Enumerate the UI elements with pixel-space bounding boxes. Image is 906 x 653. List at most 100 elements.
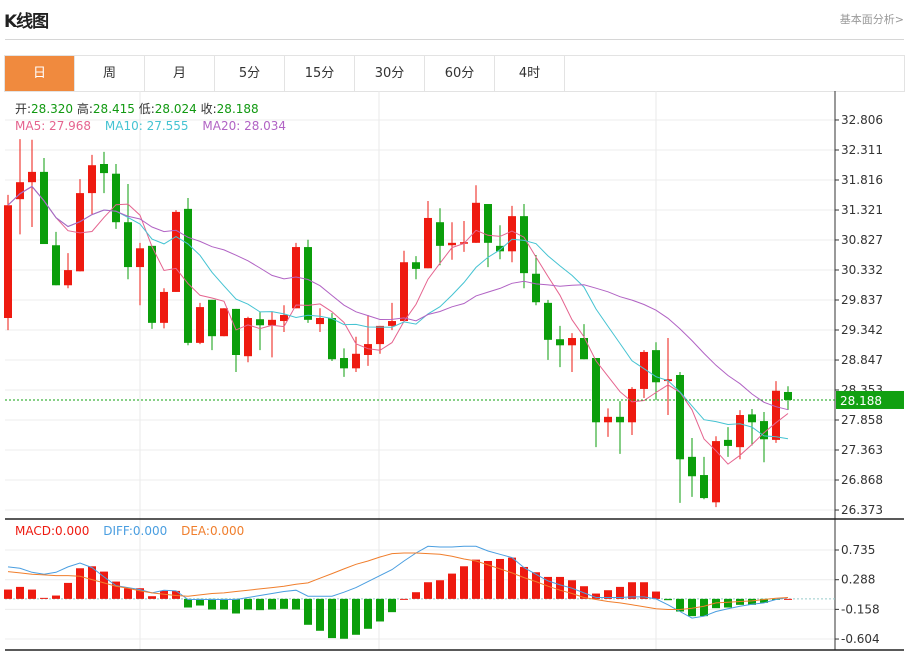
candle-body: [484, 204, 492, 243]
candle: [640, 350, 648, 399]
macd-bar: [16, 586, 24, 599]
macd-bar: [292, 598, 300, 610]
candle-body: [544, 302, 552, 340]
macd-bar: [184, 598, 192, 608]
macd-bar: [448, 573, 456, 599]
candle-body: [688, 456, 696, 477]
price-tick-label: 26.373: [841, 503, 883, 517]
macd-bar: [640, 582, 648, 599]
macd-bar: [424, 582, 432, 599]
ma20-line: [7, 185, 789, 411]
price-tick-label: 30.827: [841, 233, 883, 247]
candle-body: [256, 319, 264, 326]
macd-bar: [556, 576, 564, 599]
macd-bar: [100, 571, 108, 599]
candle: [244, 316, 252, 363]
candle: [400, 250, 408, 322]
high-label: 高:: [76, 102, 93, 116]
candle-body: [412, 262, 420, 269]
candle: [592, 358, 600, 448]
ohlc-legend: 开:28.320 高:28.415 低:28.024 收:28.188: [15, 100, 259, 117]
macd-bar: [388, 598, 396, 613]
candle: [16, 139, 24, 235]
candle-body: [268, 319, 276, 326]
candle-body: [748, 414, 756, 423]
macd-bar: [652, 591, 660, 599]
open-value: 28.320: [31, 102, 74, 116]
candle: [220, 308, 228, 337]
candle: [700, 456, 708, 500]
candle-body: [208, 299, 216, 337]
macd-bar: [460, 566, 468, 599]
candle: [520, 204, 528, 289]
candle-body: [592, 358, 600, 423]
macd-bar: [520, 566, 528, 599]
macd-bar: [724, 598, 732, 608]
macd-bar: [664, 598, 672, 601]
price-tick-label: 31.321: [841, 203, 883, 217]
price-tick-label: 29.837: [841, 293, 883, 307]
macd-bar: [148, 596, 156, 599]
candle: [160, 288, 168, 329]
macd-bar: [544, 576, 552, 599]
dea-value: DEA:0.000: [181, 524, 245, 538]
macd-bar: [4, 589, 12, 599]
candle: [4, 194, 12, 331]
candle: [64, 253, 72, 289]
candle-body: [160, 291, 168, 323]
candle-body: [700, 475, 708, 499]
candle-body: [400, 262, 408, 322]
candle-body: [316, 318, 324, 325]
kline-chart[interactable]: 32.806 32.311 31.816 31.321 30.827 30.332 29.8…: [0, 0, 906, 653]
macd-bar: [124, 588, 132, 599]
ma-legend: MA5: 27.968 MA10: 27.555 MA20: 28.034: [15, 119, 286, 133]
price-tick-label: 31.816: [841, 173, 883, 187]
candle: [88, 154, 96, 215]
macd-bar: [436, 580, 444, 599]
macd-bar: [628, 582, 636, 599]
candle: [496, 225, 504, 260]
diff-value: DIFF:0.000: [103, 524, 168, 538]
candle: [412, 256, 420, 280]
candle: [268, 311, 276, 358]
candle-body: [580, 338, 588, 360]
candle-body: [556, 339, 564, 346]
candle: [340, 348, 348, 377]
low-value: 28.024: [154, 102, 197, 116]
candle-body: [340, 358, 348, 369]
macd-bar: [244, 598, 252, 610]
candle: [460, 220, 468, 252]
ma20-value: MA20: 28.034: [202, 119, 287, 133]
candle-body: [616, 416, 624, 423]
candle: [604, 408, 612, 437]
macd-bar: [40, 597, 48, 599]
macd-bar: [232, 598, 240, 614]
candle: [544, 299, 552, 360]
open-label: 开:: [15, 102, 32, 116]
candle: [256, 311, 264, 351]
candle-body: [196, 307, 204, 343]
candle-body: [124, 222, 132, 268]
candle-body: [64, 270, 72, 286]
dea-line: [7, 552, 789, 610]
candle-body: [304, 247, 312, 320]
macd-bar: [28, 589, 36, 599]
candle-body: [436, 222, 444, 246]
macd-bar: [496, 558, 504, 599]
candle-body: [52, 245, 60, 286]
candle: [100, 151, 108, 194]
macd-bar: [52, 595, 60, 599]
last-price-value: 28.188: [840, 394, 882, 408]
candle-body: [244, 318, 252, 357]
candle: [172, 210, 180, 292]
macd-bar: [376, 598, 384, 622]
candle-body: [604, 416, 612, 423]
candle-body: [736, 415, 744, 448]
candle: [472, 185, 480, 243]
ma10-value: MA10: 27.555: [104, 119, 189, 133]
high-value: 28.415: [92, 102, 135, 116]
candle: [280, 305, 288, 332]
price-tick-label: 30.332: [841, 263, 883, 277]
candle-body: [280, 314, 288, 322]
candle-body: [172, 211, 180, 292]
